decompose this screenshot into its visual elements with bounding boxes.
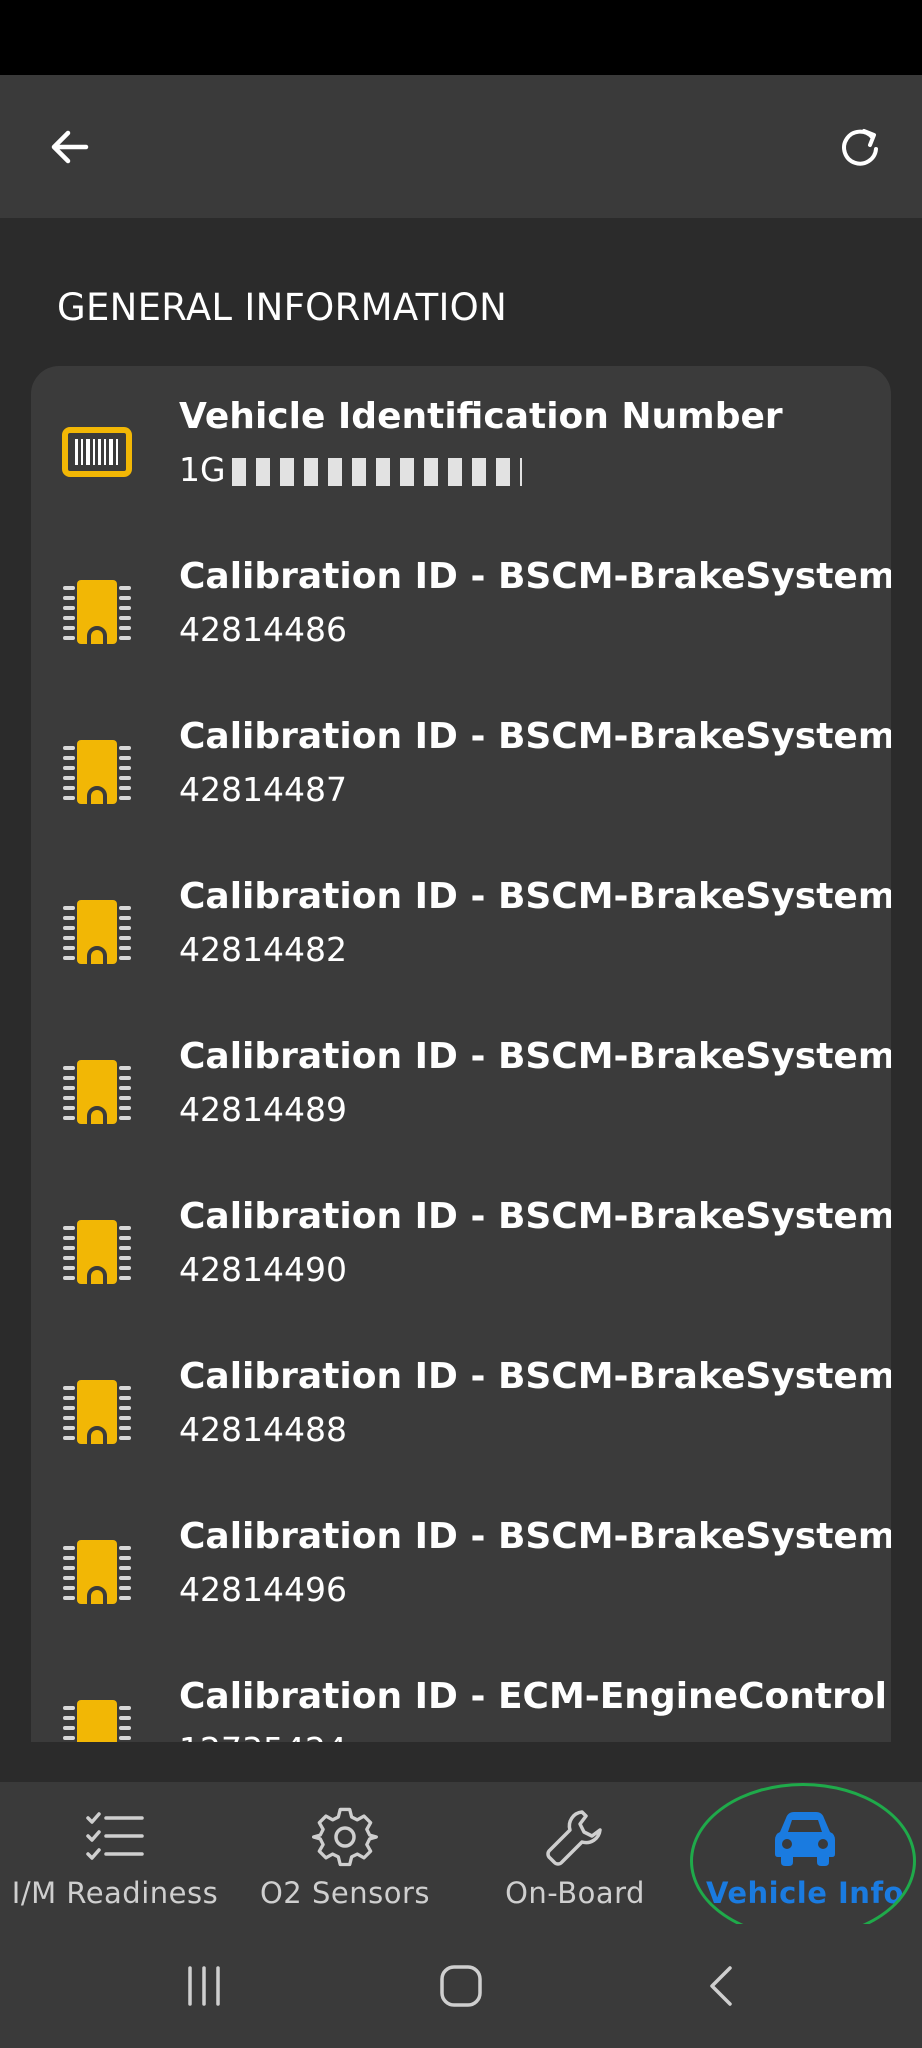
list-item[interactable]: Calibration ID - BSCM-BrakeSystem 428144… — [31, 1486, 891, 1646]
vin-visible-prefix: 1G — [179, 450, 226, 489]
row-title: Calibration ID - ECM-EngineControl — [179, 1676, 887, 1717]
row-title: Calibration ID - BSCM-BrakeSystem — [179, 1036, 891, 1077]
refresh-button[interactable] — [824, 111, 896, 183]
row-title: Calibration ID - BSCM-BrakeSystem — [179, 556, 891, 597]
wrench-icon — [546, 1810, 602, 1866]
row-title: Calibration ID - BSCM-BrakeSystem — [179, 1196, 891, 1237]
list-item[interactable]: Calibration ID - BSCM-BrakeSystem 428144… — [31, 686, 891, 846]
row-value: 42814482 — [179, 930, 347, 969]
barcode-icon — [62, 427, 132, 477]
row-value: 42814496 — [179, 1570, 347, 1609]
nav-tab-on-board[interactable]: On-Board — [460, 1782, 690, 1924]
nav-tab-o2-sensors[interactable]: O2 Sensors — [230, 1782, 460, 1924]
section-title: GENERAL INFORMATION — [57, 286, 508, 329]
row-value: 1G — [179, 450, 522, 489]
list-item[interactable]: Calibration ID - BSCM-BrakeSystem 428144… — [31, 1326, 891, 1486]
info-list: Vehicle Identification Number 1G Calibra… — [31, 366, 891, 1742]
chip-icon — [63, 1220, 131, 1284]
list-item[interactable]: Calibration ID - BSCM-BrakeSystem 428144… — [31, 846, 891, 1006]
app-bar — [0, 75, 922, 218]
row-value: 42814490 — [179, 1250, 347, 1289]
list-item-vin[interactable]: Vehicle Identification Number 1G — [31, 366, 891, 526]
recent-apps-icon — [188, 1966, 220, 2006]
list-item[interactable]: Calibration ID - BSCM-BrakeSystem 428144… — [31, 1006, 891, 1166]
chip-icon — [63, 1700, 131, 1742]
row-title: Calibration ID - BSCM-BrakeSystem — [179, 876, 891, 917]
chip-icon — [63, 1540, 131, 1604]
list-item[interactable]: Calibration ID - BSCM-BrakeSystem 428144… — [31, 526, 891, 686]
row-title: Vehicle Identification Number — [179, 396, 783, 437]
row-value: 42814489 — [179, 1090, 347, 1129]
checklist-icon — [86, 1812, 144, 1860]
row-value: 42814488 — [179, 1410, 347, 1449]
nav-label: On-Board — [505, 1876, 645, 1910]
system-navigation-bar — [0, 1924, 922, 2048]
refresh-icon — [842, 129, 878, 166]
chip-icon — [63, 900, 131, 964]
nav-tab-im-readiness[interactable]: I/M Readiness — [0, 1782, 230, 1924]
nav-tab-vehicle-info[interactable]: Vehicle Info — [690, 1782, 920, 1924]
bottom-navigation: I/M Readiness O2 Sensors On-Board Vehicl… — [0, 1782, 922, 1924]
redacted-vin — [231, 457, 522, 486]
list-item[interactable]: Calibration ID - BSCM-BrakeSystem 428144… — [31, 1166, 891, 1326]
chevron-left-icon — [710, 1966, 732, 2006]
home-button[interactable] — [425, 1950, 497, 2022]
nav-label: O2 Sensors — [259, 1876, 430, 1910]
nav-label: Vehicle Info — [706, 1876, 904, 1910]
row-value: 12735424 — [179, 1730, 347, 1742]
status-bar — [0, 0, 922, 75]
chip-icon — [63, 740, 131, 804]
row-title: Calibration ID - BSCM-BrakeSystem — [179, 1356, 891, 1397]
home-icon — [440, 1965, 482, 2007]
row-title: Calibration ID - BSCM-BrakeSystem — [179, 1516, 891, 1557]
row-title: Calibration ID - BSCM-BrakeSystem — [179, 716, 891, 757]
gear-icon — [312, 1807, 378, 1867]
chip-icon — [63, 1380, 131, 1444]
recent-apps-button[interactable] — [168, 1950, 240, 2022]
row-value: 42814486 — [179, 610, 347, 649]
car-icon — [775, 1812, 835, 1866]
list-item[interactable]: Calibration ID - ECM-EngineControl 12735… — [31, 1646, 891, 1742]
system-back-button[interactable] — [686, 1950, 758, 2022]
arrow-left-icon — [51, 130, 89, 164]
chip-icon — [63, 580, 131, 644]
chip-icon — [63, 1060, 131, 1124]
row-value: 42814487 — [179, 770, 347, 809]
nav-label: I/M Readiness — [11, 1876, 219, 1910]
back-button[interactable] — [34, 111, 106, 183]
